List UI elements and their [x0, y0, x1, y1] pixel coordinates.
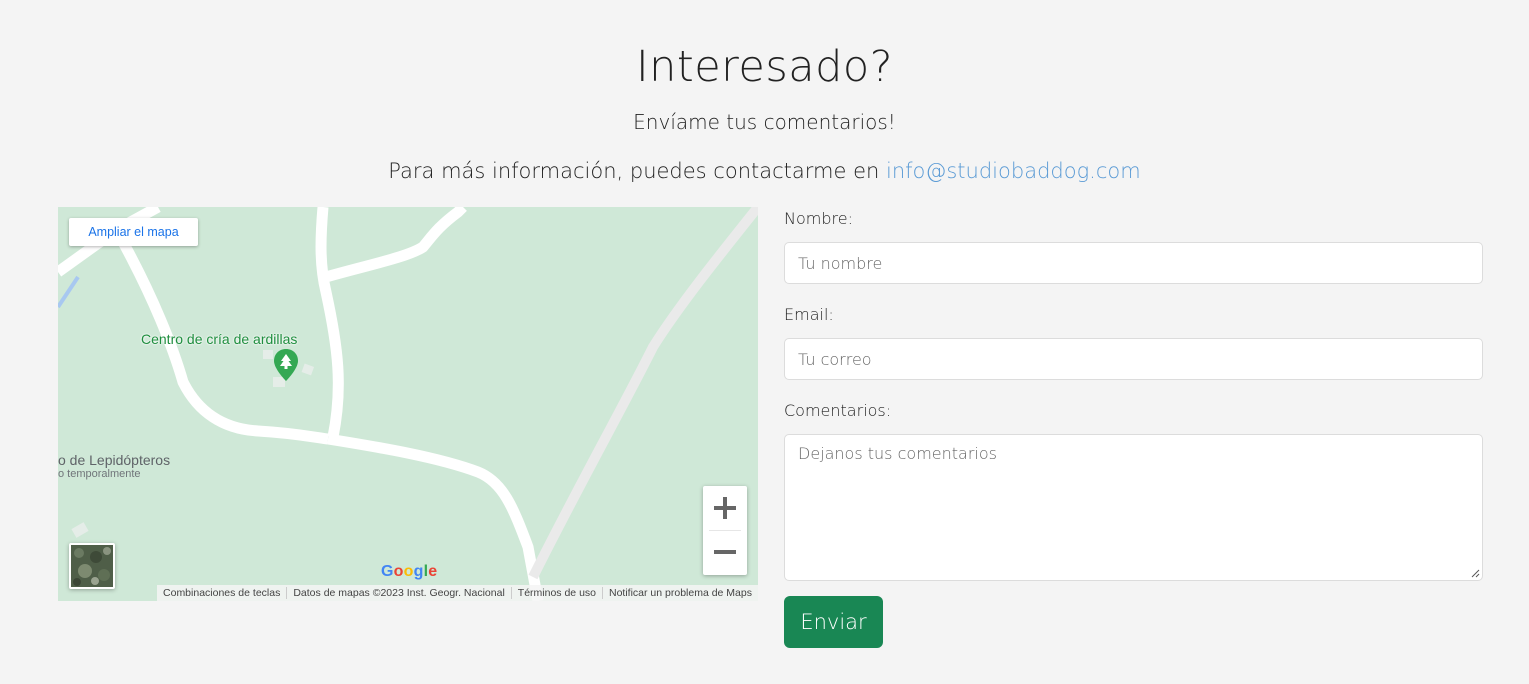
zoom-divider [709, 530, 741, 531]
comments-textarea[interactable]: Dejanos tus comentarios [784, 434, 1483, 581]
contact-line: Para más información, puedes contactarme… [0, 159, 1529, 183]
map-roads [58, 207, 758, 601]
submit-button[interactable]: Enviar [784, 596, 883, 648]
satellite-thumbnail-icon [71, 545, 113, 587]
google-logo-letter: o [403, 563, 414, 580]
plus-icon [714, 497, 736, 519]
zoom-out-button[interactable] [703, 530, 747, 574]
email-field[interactable]: Tu correo [784, 338, 1483, 380]
poi-tree-pin-icon[interactable] [273, 348, 299, 382]
comments-label: Comentarios: [784, 401, 892, 420]
satellite-layer-toggle[interactable] [69, 543, 115, 589]
google-logo-letter: e [428, 563, 438, 580]
google-logo-letter: g [413, 563, 424, 580]
contact-prefix: Para más información, puedes contactarme… [388, 159, 886, 183]
name-field[interactable]: Tu nombre [784, 242, 1483, 284]
zoom-control [703, 486, 747, 575]
enlarge-map-button[interactable]: Ampliar el mapa [69, 218, 198, 246]
terms-of-use-link[interactable]: Términos de uso [510, 587, 602, 599]
poi-sublabel-secondary: o temporalmente [58, 468, 141, 480]
embedded-map[interactable]: Ampliar el mapa Centro de cría de ardill… [58, 207, 758, 601]
google-logo-letter: o [393, 563, 404, 580]
map-attribution-bar: Combinaciones de teclas Datos de mapas ©… [157, 585, 758, 601]
minus-icon [714, 550, 736, 554]
google-logo-letter: G [381, 563, 394, 580]
google-logo[interactable]: Google [381, 563, 437, 581]
map-data-credit: Datos de mapas ©2023 Inst. Geogr. Nacion… [286, 587, 510, 599]
poi-label-secondary[interactable]: o de Lepidópteros [58, 452, 170, 468]
zoom-in-button[interactable] [703, 486, 747, 530]
email-label: Email: [784, 305, 834, 324]
name-label: Nombre: [784, 209, 853, 228]
comments-placeholder: Dejanos tus comentarios [798, 444, 997, 463]
page-title: Interesado? [635, 42, 894, 92]
resize-grip-icon[interactable] [1471, 569, 1480, 578]
contact-form: Nombre: Tu nombre Email: Tu correo Comen… [784, 207, 1483, 648]
contact-email-link[interactable]: info@studiobaddog.com [886, 159, 1141, 183]
poi-label[interactable]: Centro de cría de ardillas [141, 331, 297, 347]
page-subtitle: Envíame tus comentarios! [633, 110, 896, 134]
keyboard-shortcuts-link[interactable]: Combinaciones de teclas [157, 587, 286, 599]
report-problem-link[interactable]: Notificar un problema de Maps [602, 587, 758, 599]
